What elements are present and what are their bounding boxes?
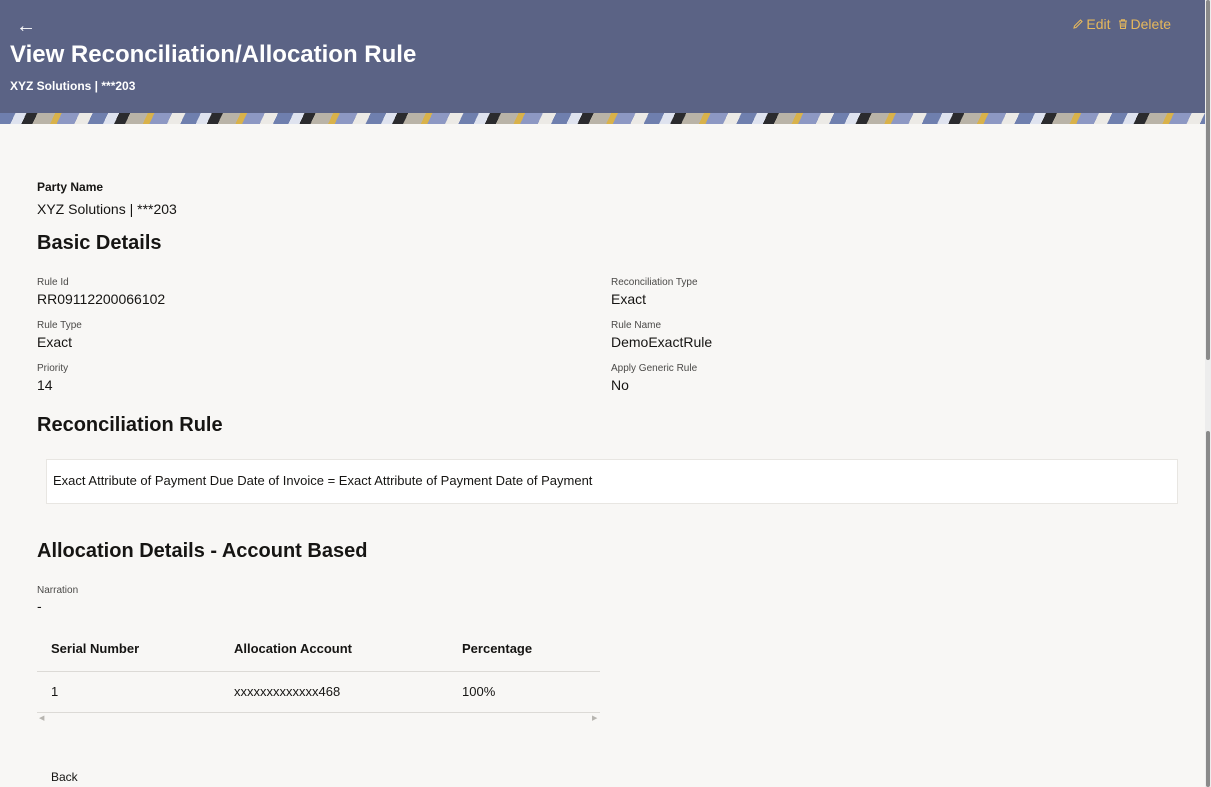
page-title: View Reconciliation/Allocation Rule bbox=[10, 41, 417, 68]
rule-name-value: DemoExactRule bbox=[611, 334, 713, 350]
header-decorative-band bbox=[0, 113, 1205, 124]
column-header-allocation-account: Allocation Account bbox=[234, 641, 352, 656]
cell-allocation-account: xxxxxxxxxxxxx468 bbox=[234, 684, 341, 699]
rule-id-value: RR09112200066102 bbox=[37, 291, 166, 307]
delete-label: Delete bbox=[1130, 16, 1171, 32]
pencil-icon bbox=[1073, 19, 1084, 29]
rule-type-label: Rule Type bbox=[37, 320, 82, 331]
priority-value: 14 bbox=[37, 377, 53, 393]
delete-button[interactable]: Delete bbox=[1117, 16, 1171, 32]
apply-generic-rule-value: No bbox=[611, 377, 629, 393]
cell-percentage: 100% bbox=[462, 684, 496, 699]
scroll-left-icon[interactable]: ◀ bbox=[39, 714, 44, 722]
scrollbar-thumb-lower[interactable] bbox=[1206, 431, 1210, 787]
rule-name-label: Rule Name bbox=[611, 320, 662, 331]
apply-generic-rule-label: Apply Generic Rule bbox=[611, 363, 698, 374]
reconciliation-rule-heading: Reconciliation Rule bbox=[37, 414, 223, 436]
table-header-divider bbox=[37, 671, 600, 672]
table-row-divider bbox=[37, 712, 600, 713]
page-header: ← View Reconciliation/Allocation Rule XY… bbox=[0, 0, 1205, 124]
edit-label: Edit bbox=[1086, 16, 1111, 32]
trash-icon bbox=[1118, 19, 1127, 30]
scroll-right-icon[interactable]: ▶ bbox=[592, 714, 597, 722]
column-header-percentage: Percentage bbox=[462, 641, 533, 656]
back-button[interactable]: Back bbox=[51, 770, 78, 784]
vertical-scrollbar[interactable] bbox=[1205, 0, 1211, 787]
basic-details-heading: Basic Details bbox=[37, 232, 162, 254]
party-name-value: XYZ Solutions | ***203 bbox=[37, 201, 177, 217]
rule-id-label: Rule Id bbox=[37, 277, 69, 288]
edit-button[interactable]: Edit bbox=[1072, 16, 1111, 32]
reconciliation-rule-expression: Exact Attribute of Payment Due Date of I… bbox=[53, 473, 593, 488]
party-name-label: Party Name bbox=[37, 180, 104, 194]
narration-label: Narration bbox=[37, 585, 79, 596]
page-subtitle: XYZ Solutions | ***203 bbox=[10, 79, 136, 93]
narration-value: - bbox=[37, 598, 42, 614]
reconciliation-type-label: Reconciliation Type bbox=[611, 277, 698, 288]
scrollbar-thumb[interactable] bbox=[1206, 0, 1210, 360]
reconciliation-rule-box: Exact Attribute of Payment Due Date of I… bbox=[46, 459, 1178, 504]
column-header-serial-number: Serial Number bbox=[51, 641, 140, 656]
header-actions: Edit Delete bbox=[1072, 16, 1171, 32]
cell-serial-number: 1 bbox=[51, 684, 59, 699]
rule-type-value: Exact bbox=[37, 334, 73, 350]
allocation-details-heading: Allocation Details - Account Based bbox=[37, 540, 368, 562]
priority-label: Priority bbox=[37, 363, 69, 374]
reconciliation-type-value: Exact bbox=[611, 291, 647, 307]
back-arrow-icon[interactable]: ← bbox=[16, 14, 36, 38]
